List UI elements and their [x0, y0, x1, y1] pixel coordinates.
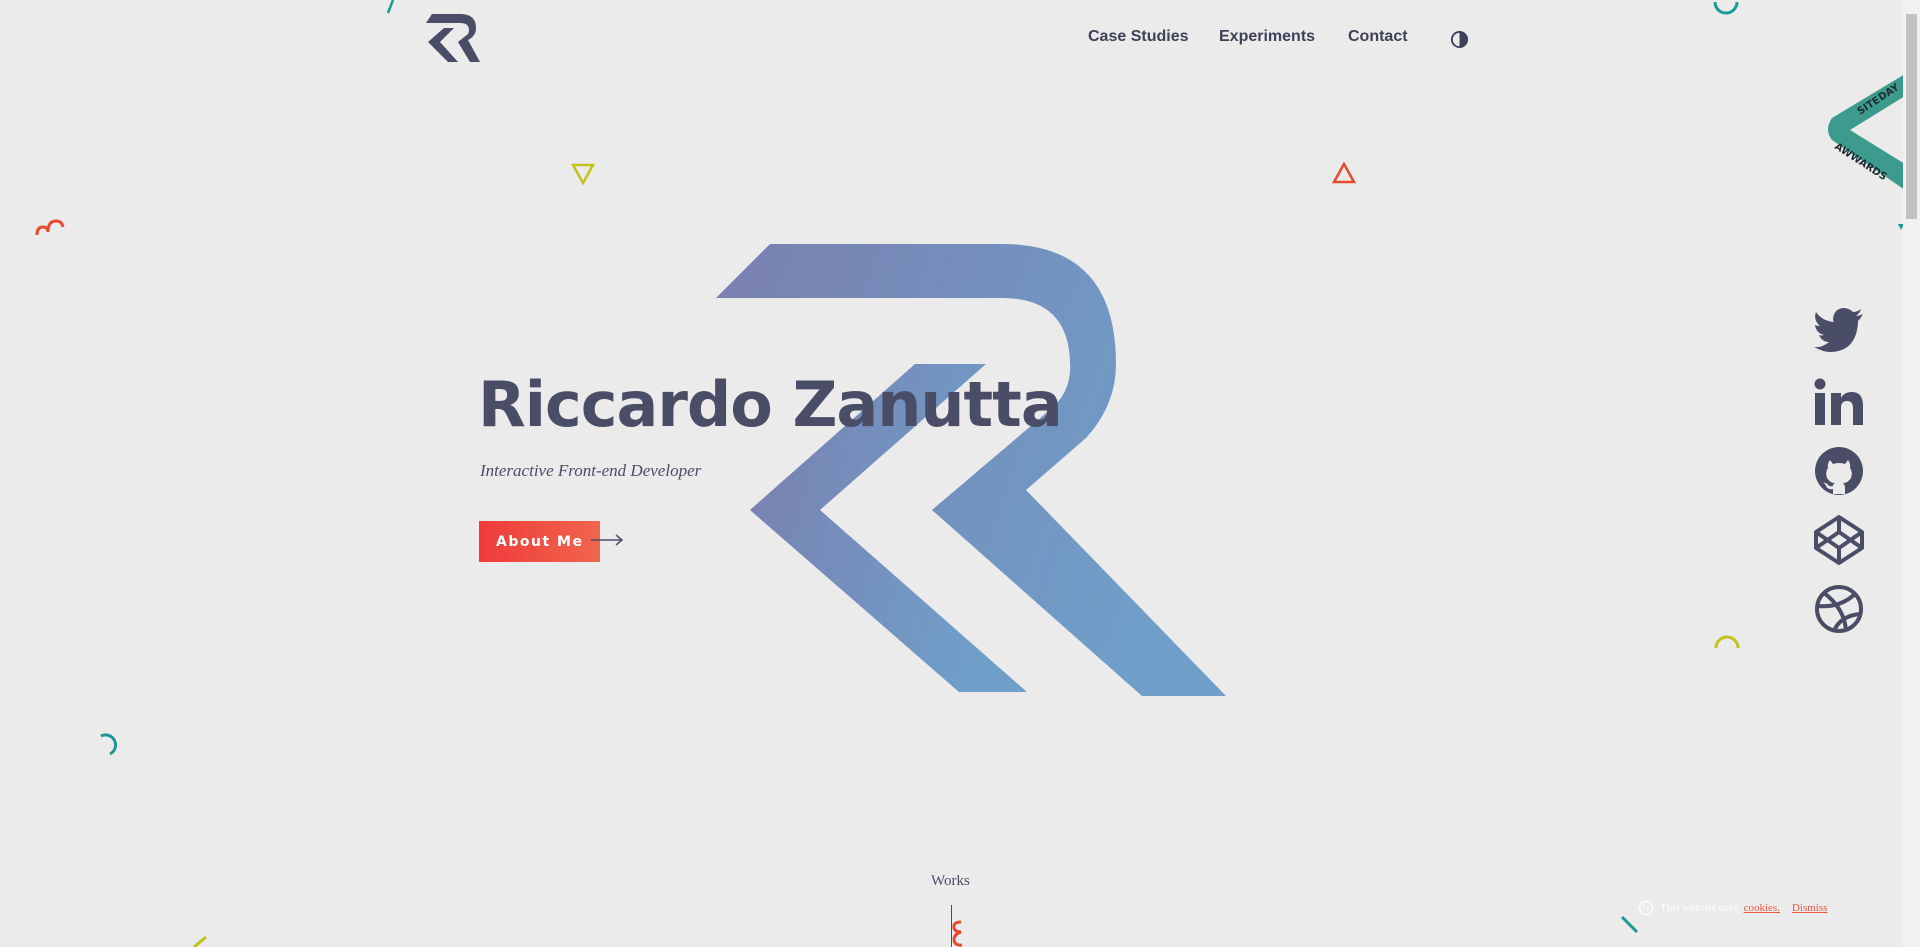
rz-monogram-logo[interactable] — [424, 14, 480, 62]
arrow-right-icon — [591, 534, 624, 546]
github-icon[interactable] — [1814, 446, 1864, 496]
confetti-triangle-yellow — [571, 163, 595, 185]
confetti-triangle-red — [1332, 162, 1356, 184]
awwwards-ribbon[interactable]: SITE DAY AWWARDS — [1820, 70, 1905, 195]
cookie-text: This website uses — [1660, 902, 1738, 914]
confetti-line-teal — [386, 0, 395, 14]
hero-background-logo — [716, 244, 1226, 696]
cookie-icon — [1638, 900, 1654, 916]
scrollbar-thumb[interactable] — [1906, 14, 1917, 219]
cookie-link[interactable]: cookies. — [1744, 902, 1780, 914]
cookie-dismiss-button[interactable]: Dismiss — [1792, 902, 1827, 914]
twitter-icon[interactable] — [1814, 306, 1864, 356]
hero-subtitle: Interactive Front-end Developer — [480, 461, 702, 480]
works-section-label[interactable]: Works — [931, 873, 970, 890]
confetti-line-teal-2 — [1620, 915, 1639, 934]
nav-case-studies[interactable]: Case Studies — [1088, 28, 1188, 46]
about-me-button[interactable]: About Me — [479, 521, 600, 562]
confetti-squiggle-red — [35, 219, 65, 236]
nav-contact[interactable]: Contact — [1348, 28, 1408, 46]
confetti-arc-yellow — [1714, 635, 1740, 649]
confetti-arc-teal-2 — [100, 733, 118, 756]
linkedin-icon[interactable] — [1814, 378, 1864, 428]
confetti-line-yellow — [193, 935, 207, 947]
cookie-notice: This website uses cookies. Dismiss — [1638, 897, 1827, 919]
confetti-arc-teal — [1713, 1, 1739, 15]
dribbble-icon[interactable] — [1814, 584, 1864, 634]
works-scroll-line — [951, 905, 952, 947]
hero-title: Riccardo Zanutta — [478, 368, 1063, 441]
nav-experiments[interactable]: Experiments — [1219, 28, 1315, 46]
codepen-icon[interactable] — [1814, 515, 1864, 565]
contrast-icon[interactable] — [1450, 30, 1469, 49]
confetti-squiggle-red-2 — [952, 920, 963, 947]
